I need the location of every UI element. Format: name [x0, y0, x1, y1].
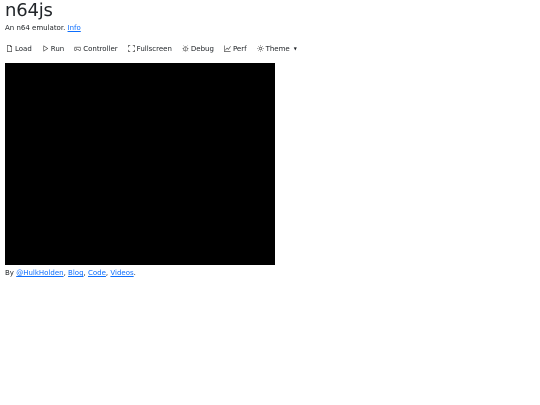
load-button[interactable]: Load [6, 45, 32, 53]
perf-button[interactable]: Perf [224, 45, 247, 53]
debug-label: Debug [190, 44, 214, 53]
emulator-screen[interactable] [5, 63, 275, 265]
theme-label: Theme [265, 44, 290, 53]
subtitle-text: An n64 emulator. [5, 24, 66, 32]
perf-label: Perf [232, 44, 247, 53]
blog-link[interactable]: Blog [68, 269, 83, 277]
load-label: Load [15, 44, 32, 53]
page-subtitle: An n64 emulator. Info [5, 24, 81, 33]
footer-separator: , [63, 269, 66, 277]
chart-icon [224, 45, 231, 52]
footer-end: . [133, 269, 136, 277]
code-link[interactable]: Code [88, 269, 106, 277]
run-button[interactable]: Run [42, 45, 64, 53]
info-link[interactable]: Info [68, 24, 81, 32]
bug-icon [182, 45, 189, 52]
videos-link[interactable]: Videos [110, 269, 133, 277]
footer-by: By [5, 269, 14, 277]
debug-button[interactable]: Debug [182, 45, 214, 53]
sun-icon [256, 45, 264, 52]
footer-separator: , [83, 269, 86, 277]
theme-dropdown[interactable]: Theme ▼ [256, 44, 297, 53]
page: n64js An n64 emulator. Info Load Run Con… [0, 0, 540, 405]
fullscreen-label: Fullscreen [136, 44, 172, 53]
footer: By @HulkHolden, Blog, Code, Videos. [5, 269, 136, 278]
footer-separator: , [105, 269, 109, 277]
file-icon [6, 45, 13, 52]
chevron-down-icon: ▼ [293, 46, 297, 51]
controller-label: Controller [83, 44, 118, 53]
page-title: n64js [5, 0, 53, 21]
controller-icon [74, 45, 82, 52]
fullscreen-button[interactable]: Fullscreen [127, 44, 172, 53]
play-icon [42, 45, 49, 52]
toolbar: Load Run Controller Fullscreen Debug Per… [6, 43, 307, 54]
author-link[interactable]: @HulkHolden [16, 269, 63, 277]
run-label: Run [50, 44, 65, 53]
fullscreen-icon [127, 45, 135, 52]
controller-button[interactable]: Controller [74, 44, 118, 53]
